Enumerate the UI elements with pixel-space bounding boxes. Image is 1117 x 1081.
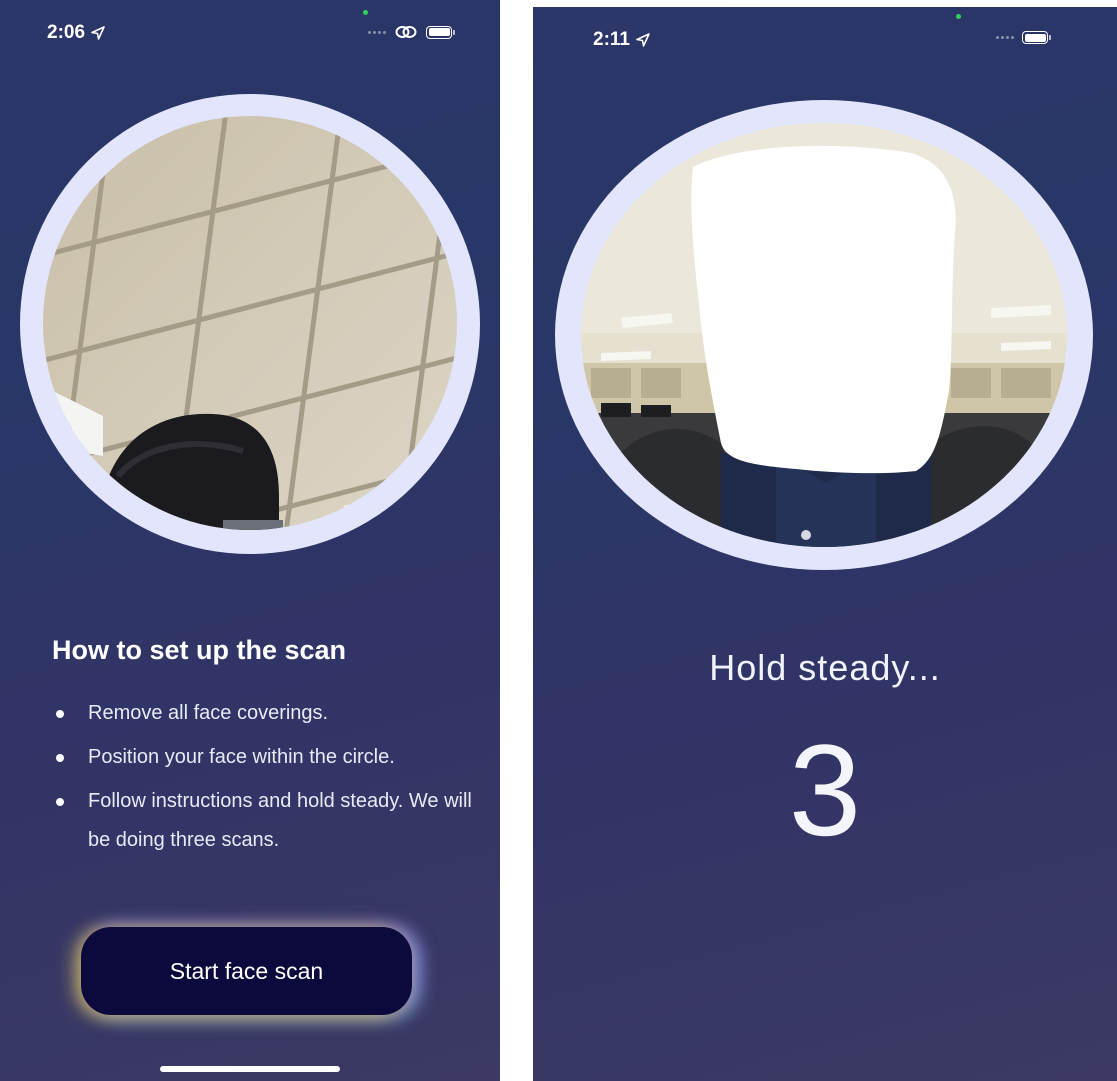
status-icons <box>996 31 1051 44</box>
camera-preview <box>43 116 457 530</box>
home-indicator[interactable] <box>160 1066 340 1072</box>
scan-status-text: Hold steady... <box>709 647 941 688</box>
bullet-icon <box>56 710 64 718</box>
setup-step-text: Position your face within the circle. <box>88 746 395 768</box>
hotspot-link-icon <box>394 24 418 40</box>
screenshot-canvas: 2:06 How to set up the scan Remove all f… <box>0 0 1117 1081</box>
signal-icon <box>368 30 386 34</box>
status-time-text: 2:06 <box>47 22 86 43</box>
location-arrow-icon <box>91 26 105 40</box>
status-bar: 2:06 <box>0 0 500 60</box>
status-time-text: 2:11 <box>593 29 630 50</box>
camera-preview <box>581 123 1067 547</box>
setup-title: How to set up the scan <box>52 635 347 665</box>
setup-step-text: Remove all face coverings. <box>88 702 329 724</box>
office-camera-image <box>581 123 1067 547</box>
location-arrow-icon <box>636 33 650 47</box>
bullet-icon <box>56 754 64 762</box>
setup-step: Position your face within the circle. <box>52 738 482 777</box>
scan-countdown: 3 <box>788 717 862 863</box>
scanning-screen: 2:11 Hold steady... 3 <box>533 7 1117 1081</box>
setup-step-text: Follow instructions and hold steady. We … <box>88 790 472 851</box>
status-icons <box>368 24 455 40</box>
bullet-icon <box>56 798 64 806</box>
setup-step: Follow instructions and hold steady. We … <box>52 782 482 860</box>
status-bar: 2:11 <box>533 7 1117 67</box>
setup-steps-list: Remove all face coverings. Position your… <box>52 694 482 865</box>
setup-step: Remove all face coverings. <box>52 694 482 733</box>
signal-icon <box>996 36 1014 39</box>
ceiling-camera-image <box>43 116 457 530</box>
status-time: 2:11 <box>593 29 650 51</box>
start-face-scan-button[interactable]: Start face scan <box>81 927 412 1015</box>
status-time: 2:06 <box>47 22 105 44</box>
setup-screen: 2:06 How to set up the scan Remove all f… <box>0 0 500 1081</box>
battery-icon <box>426 25 455 39</box>
battery-icon <box>1022 31 1051 44</box>
privacy-indicator-dot <box>363 10 368 15</box>
privacy-indicator-dot <box>956 14 961 19</box>
